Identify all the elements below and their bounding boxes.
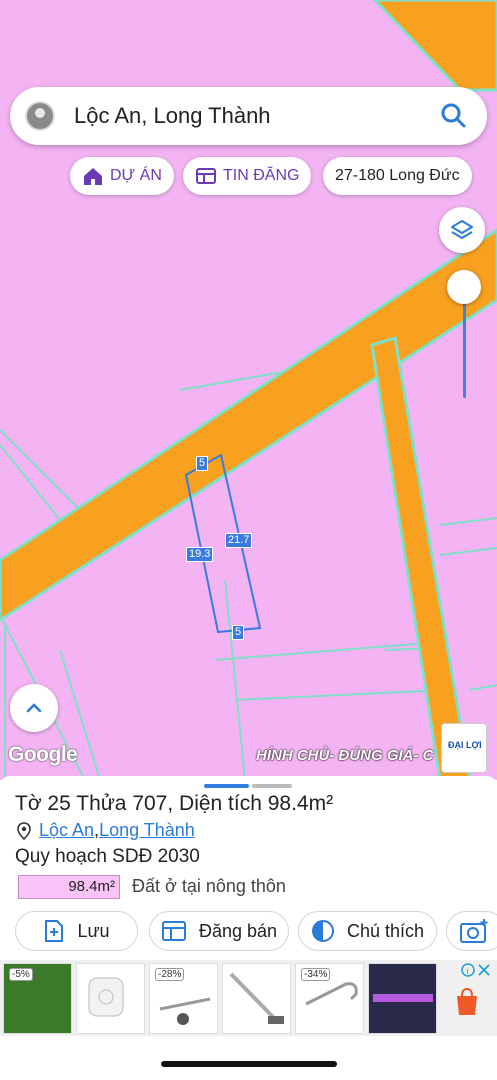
post-listing-icon [161, 921, 186, 941]
home-icon [84, 168, 102, 185]
map-view[interactable]: 5 21.7 19.3 5 Lộc An, Long Thành DỰ ÁN T… [0, 0, 497, 780]
parcel-info-sheet[interactable]: Tờ 25 Thửa 707, Diện tích 98.4m² Lộc An,… [0, 776, 497, 1080]
legend-button-label: Chú thích [346, 920, 425, 941]
chevron-up-icon [26, 703, 42, 713]
expand-up-button[interactable] [10, 684, 58, 732]
save-button-label: Lưu [77, 920, 110, 941]
discount-badge: -28% [155, 968, 185, 981]
discount-badge: -34% [301, 968, 331, 981]
ad-product-tile[interactable]: -34% [295, 963, 364, 1034]
avatar[interactable] [25, 101, 55, 131]
opacity-slider-thumb[interactable] [447, 270, 481, 304]
ad-product-tile[interactable] [76, 963, 145, 1034]
chip-du-an-label: DỰ ÁN [110, 167, 162, 184]
commune-link[interactable]: Lộc An [39, 820, 94, 841]
add-photo-icon [460, 919, 488, 943]
plan-label: Quy hoạch SDĐ 2030 [15, 846, 200, 867]
discount-badge: -5% [9, 968, 33, 981]
layers-button[interactable] [439, 207, 485, 253]
ad-product-tile[interactable] [368, 963, 437, 1034]
led-light-image [373, 994, 433, 1002]
listing-icon [196, 168, 216, 184]
chip-tin-dang-label: TIN ĐĂNG [223, 167, 300, 184]
post-listing-button[interactable]: Đăng bán [149, 911, 289, 951]
home-indicator[interactable] [161, 1061, 337, 1067]
search-input[interactable]: Lộc An, Long Thành [74, 103, 439, 129]
save-add-icon [45, 920, 64, 942]
google-attribution: Google [8, 743, 78, 766]
post-listing-label: Đăng bán [198, 920, 278, 941]
smart-plug-image [88, 977, 124, 1017]
chip-project-code-label: 27-180 Long Đức [335, 167, 460, 184]
ad-product-tile[interactable]: -5% [3, 963, 72, 1034]
ad-logo-text: ĐẠI LỢI [448, 740, 482, 750]
ad-choices-icon[interactable]: i [460, 962, 494, 978]
shopee-icon[interactable] [454, 987, 480, 1017]
land-use-description: Đất ở tại nông thôn [132, 876, 286, 896]
add-photo-button[interactable] [446, 911, 497, 951]
chip-tin-dang[interactable]: TIN ĐĂNG [183, 157, 312, 195]
ad-product-tile[interactable] [222, 963, 291, 1034]
ad-strip[interactable]: -5% -28% -34% i [0, 960, 497, 1036]
parcel-location: Lộc An, Long Thành [17, 820, 195, 841]
layers-icon [451, 220, 473, 239]
ad-product-tile[interactable]: -28% [149, 963, 218, 1034]
search-icon[interactable] [439, 101, 469, 131]
chip-du-an[interactable]: DỰ ÁN [70, 157, 174, 195]
dim-label-top: 5 [196, 456, 209, 471]
mop-image [229, 972, 284, 1024]
legend-icon [311, 920, 334, 942]
sheet-handle-secondary[interactable] [252, 784, 292, 788]
dim-label-right: 21.7 [225, 533, 253, 548]
district-link[interactable]: Long Thành [99, 820, 195, 841]
chip-project-code[interactable]: 27-180 Long Đức [323, 157, 472, 195]
dim-label-left: 19.3 [186, 547, 214, 562]
save-button[interactable]: Lưu [15, 911, 138, 951]
opacity-slider-track[interactable] [463, 290, 466, 398]
area-swatch: 98.4m² [18, 875, 120, 899]
search-bar[interactable]: Lộc An, Long Thành [10, 87, 487, 145]
dim-label-bottom: 5 [232, 625, 245, 640]
location-pin-icon [17, 821, 31, 840]
legend-button[interactable]: Chú thích [298, 911, 437, 951]
ad-logo[interactable]: ĐẠI LỢI [441, 723, 487, 773]
svg-text:i: i [467, 966, 469, 976]
map-ad-banner[interactable]: HÍNH CHỦ- ĐÚNG GIÁ- C [256, 747, 434, 764]
parcel-title: Tờ 25 Thửa 707, Diện tích 98.4m² [15, 792, 334, 815]
sheet-handle[interactable] [204, 784, 249, 788]
